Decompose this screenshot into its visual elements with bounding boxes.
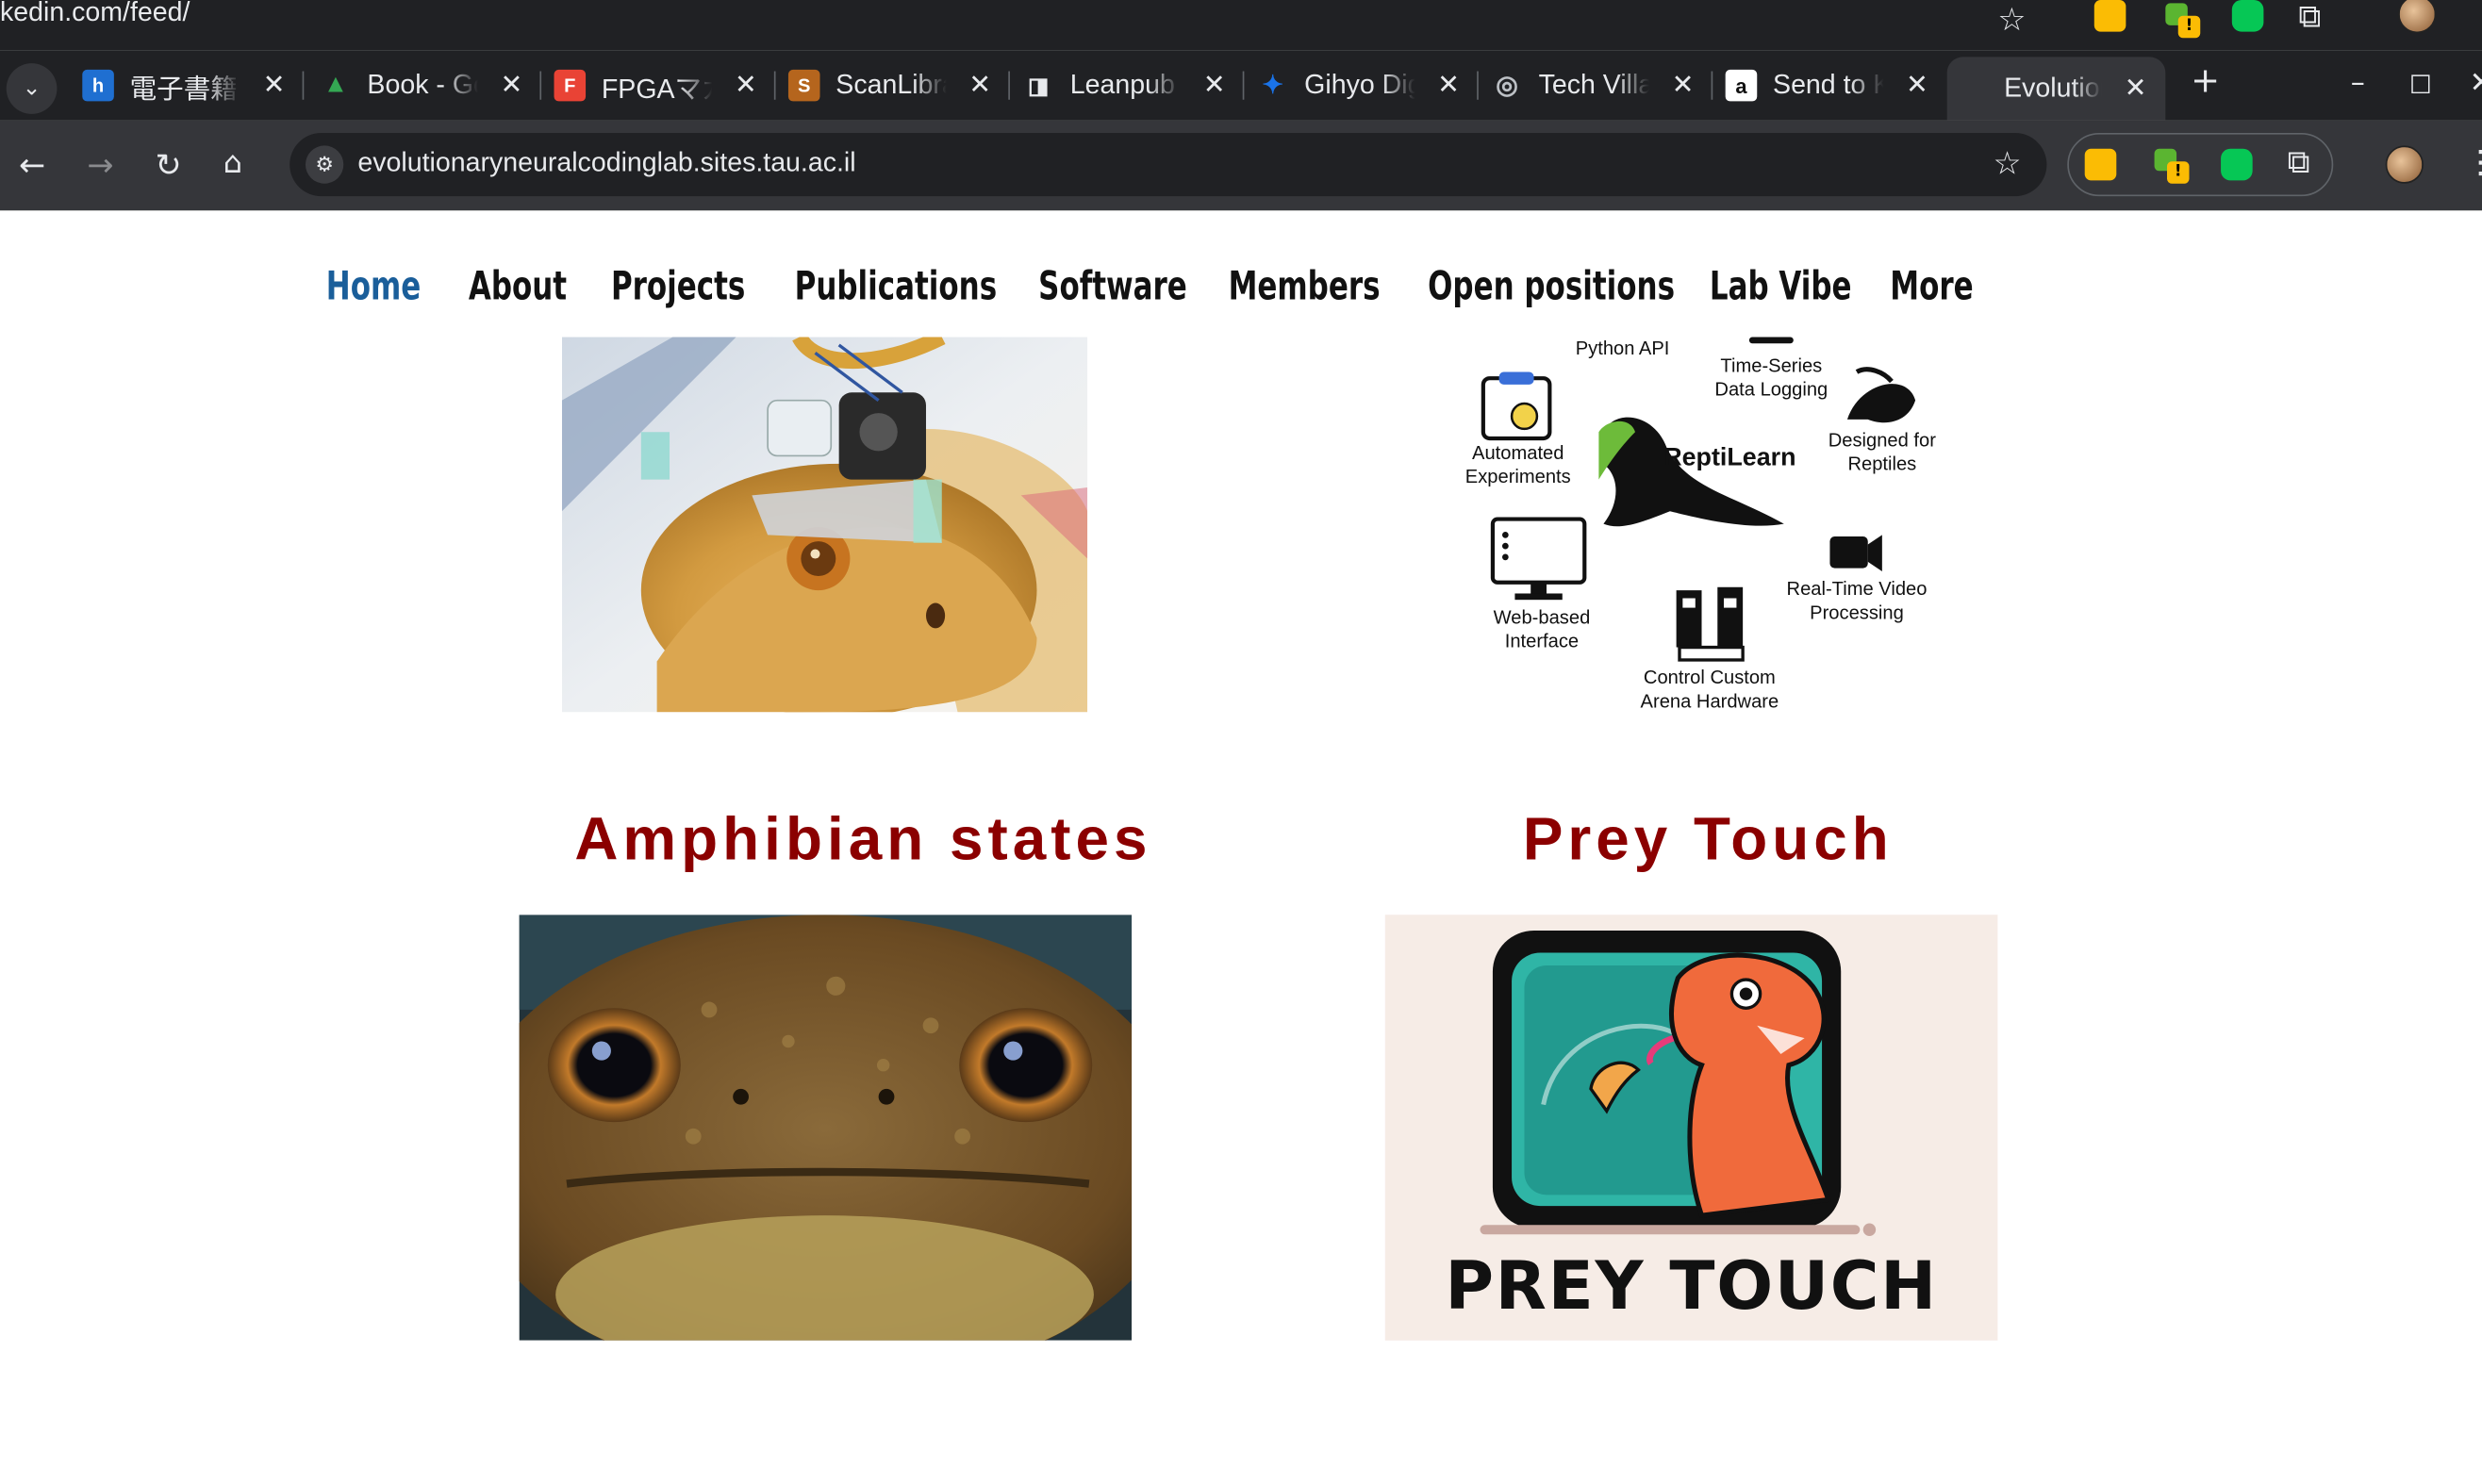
menu-home[interactable]: Home bbox=[326, 263, 443, 320]
close-tab-icon[interactable]: ✕ bbox=[1906, 70, 1928, 102]
screen: kedin.com/feed/ ☆ ! ⧉ ⌄ h 電子書籍 ✕ ▲ Book … bbox=[0, 0, 2482, 1484]
tab-5[interactable]: ◨ Leanpub ✕ bbox=[1022, 60, 1245, 111]
previous-window-strip: kedin.com/feed/ ☆ ! ⧉ bbox=[0, 0, 2482, 51]
project-title-amphibian-states[interactable]: Amphibian states bbox=[574, 807, 1151, 875]
home-icon[interactable]: ⌂ bbox=[223, 145, 242, 180]
drive-icon: ▲ bbox=[323, 71, 349, 99]
close-tab-icon[interactable]: ✕ bbox=[1437, 70, 1460, 102]
menu-software[interactable]: Software bbox=[1038, 263, 1194, 320]
feature-arena-hardware: Control Custom Arena Hardware bbox=[1640, 666, 1779, 713]
warning-extension-icon[interactable]: ! bbox=[2165, 3, 2201, 39]
close-tab-icon[interactable]: ✕ bbox=[1672, 70, 1695, 102]
tab-6[interactable]: ✦ Gihyo Digital ✕ bbox=[1257, 60, 1480, 111]
address-bar[interactable]: ⚙ evolutionaryneuralcodinglab.sites.tau.… bbox=[290, 133, 2047, 197]
feature-web-interface: Web-based Interface bbox=[1493, 605, 1591, 652]
close-tab-icon[interactable]: ✕ bbox=[968, 70, 991, 102]
menu-open-positions[interactable]: Open positions bbox=[1428, 263, 1675, 320]
menu-lab-vibe[interactable]: Lab Vibe bbox=[1710, 263, 1858, 320]
menu-about[interactable]: About bbox=[469, 263, 586, 320]
line-extension-icon[interactable] bbox=[2231, 0, 2264, 32]
tab-active[interactable]: Evolutionary Neural Coding Lab ✕ bbox=[1946, 57, 2166, 121]
menu-kebab-icon[interactable]: ⋮ bbox=[2465, 142, 2482, 180]
puzzle-icon[interactable]: ⧉ bbox=[2288, 142, 2310, 180]
close-tab-icon[interactable]: ✕ bbox=[735, 70, 757, 102]
puzzle-icon[interactable]: ⧉ bbox=[2298, 0, 2321, 35]
prey-touch-image-text: PREY TOUCH bbox=[1445, 1246, 1938, 1325]
window-close-icon[interactable]: ✕ bbox=[2470, 67, 2482, 100]
minimize-icon[interactable]: – bbox=[2351, 67, 2365, 100]
line-extension-icon[interactable] bbox=[2221, 148, 2253, 181]
warning-extension-icon[interactable]: ! bbox=[2154, 148, 2190, 184]
tab-search-chevron-icon[interactable]: ⌄ bbox=[6, 63, 58, 114]
previous-url: kedin.com/feed/ bbox=[0, 0, 190, 27]
extensions-group: ! ⧉ bbox=[2067, 133, 2334, 197]
close-tab-icon[interactable]: ✕ bbox=[1203, 70, 1226, 102]
maximize-icon[interactable]: ☐ bbox=[2409, 70, 2432, 100]
tab-7[interactable]: ◎ Tech Village ✕ bbox=[1491, 60, 1713, 111]
feature-video-processing: Real-Time Video Processing bbox=[1786, 577, 1928, 624]
amazon-icon: a bbox=[1725, 69, 1758, 102]
fpga-icon: F bbox=[554, 69, 587, 102]
reload-icon[interactable]: ↻ bbox=[156, 145, 182, 183]
profile-avatar[interactable] bbox=[2385, 145, 2424, 184]
feature-data-logging: Time-Series Data Logging bbox=[1714, 355, 1828, 401]
tab-title: Tech Village bbox=[1538, 69, 1650, 100]
tab-1[interactable]: h 電子書籍 ✕ bbox=[82, 60, 305, 111]
forward-arrow-icon[interactable]: → bbox=[87, 145, 113, 183]
tab-3[interactable]: F FPGAマガジン ✕ bbox=[554, 60, 776, 111]
close-tab-icon[interactable]: ✕ bbox=[2125, 73, 2147, 105]
reptilearn-diagram[interactable]: Python API Time-Series Data Logging Auto… bbox=[1432, 337, 1971, 717]
project-title-prey-touch[interactable]: Prey Touch bbox=[1523, 807, 1894, 875]
lizard-headstage-image[interactable] bbox=[561, 337, 1088, 713]
hatena-icon: h bbox=[82, 69, 114, 102]
profile-avatar[interactable] bbox=[2398, 0, 2437, 34]
tab-title: ScanLibrary bbox=[836, 69, 947, 100]
tab-4[interactable]: S ScanLibrary ✕ bbox=[787, 60, 1011, 111]
feature-designed-for-reptiles: Designed for Reptiles bbox=[1828, 428, 1936, 475]
close-tab-icon[interactable]: ✕ bbox=[500, 70, 522, 102]
tab-title: Gihyo Digital bbox=[1304, 69, 1415, 100]
site-settings-icon[interactable]: ⚙ bbox=[305, 145, 344, 184]
bookmark-star-icon[interactable]: ☆ bbox=[1997, 0, 2026, 38]
feature-python-api: Python API bbox=[1575, 337, 1670, 360]
menu-more[interactable]: More bbox=[1890, 263, 1980, 320]
tab-strip: ⌄ h 電子書籍 ✕ ▲ Book - Google Drive ✕ F FPG… bbox=[0, 50, 2482, 121]
tab-title: Leanpub bbox=[1069, 69, 1175, 100]
close-tab-icon[interactable]: ✕ bbox=[263, 70, 286, 102]
tab-8[interactable]: a Send to Kindle ✕ bbox=[1725, 60, 1928, 111]
globe-icon: ◎ bbox=[1496, 73, 1518, 100]
reptilearn-logo-text: ReptiLearn bbox=[1663, 444, 1796, 472]
scanlib-icon: S bbox=[787, 69, 820, 102]
leanpub-icon: ◨ bbox=[1028, 72, 1050, 98]
bookmark-star-icon[interactable]: ☆ bbox=[1993, 144, 2021, 182]
tab-title: Evolutionary Neural Coding Lab bbox=[2004, 73, 2102, 104]
menu-projects[interactable]: Projects bbox=[611, 263, 762, 320]
browser-toolbar: ← → ↻ ⌂ ⚙ evolutionaryneuralcodinglab.si… bbox=[0, 120, 2482, 211]
toad-image[interactable] bbox=[519, 915, 1133, 1341]
tab-title: 電子書籍 bbox=[129, 74, 238, 104]
gihyo-icon: ✦ bbox=[1262, 73, 1283, 100]
feature-automated-experiments: Automated Experiments bbox=[1464, 441, 1571, 488]
back-arrow-icon[interactable]: ← bbox=[19, 145, 45, 183]
new-tab-icon[interactable]: + bbox=[2191, 61, 2220, 101]
keep-extension-icon[interactable] bbox=[2084, 148, 2117, 181]
keep-extension-icon[interactable] bbox=[2093, 0, 2126, 32]
url-text[interactable]: evolutionaryneuralcodinglab.sites.tau.ac… bbox=[357, 147, 855, 179]
tab-title: Send to Kindle bbox=[1773, 69, 1884, 100]
tab-title: FPGAマガジン bbox=[601, 74, 713, 104]
menu-members[interactable]: Members bbox=[1229, 263, 1392, 320]
menu-publications[interactable]: Publications bbox=[795, 263, 997, 320]
prey-touch-image[interactable]: PREY TOUCH bbox=[1384, 915, 1998, 1341]
site-menu: Home About Projects Publications Softwar… bbox=[326, 263, 2001, 320]
tab-2[interactable]: ▲ Book - Google Drive ✕ bbox=[320, 60, 542, 111]
tab-title: Book - Google Drive bbox=[367, 69, 478, 100]
